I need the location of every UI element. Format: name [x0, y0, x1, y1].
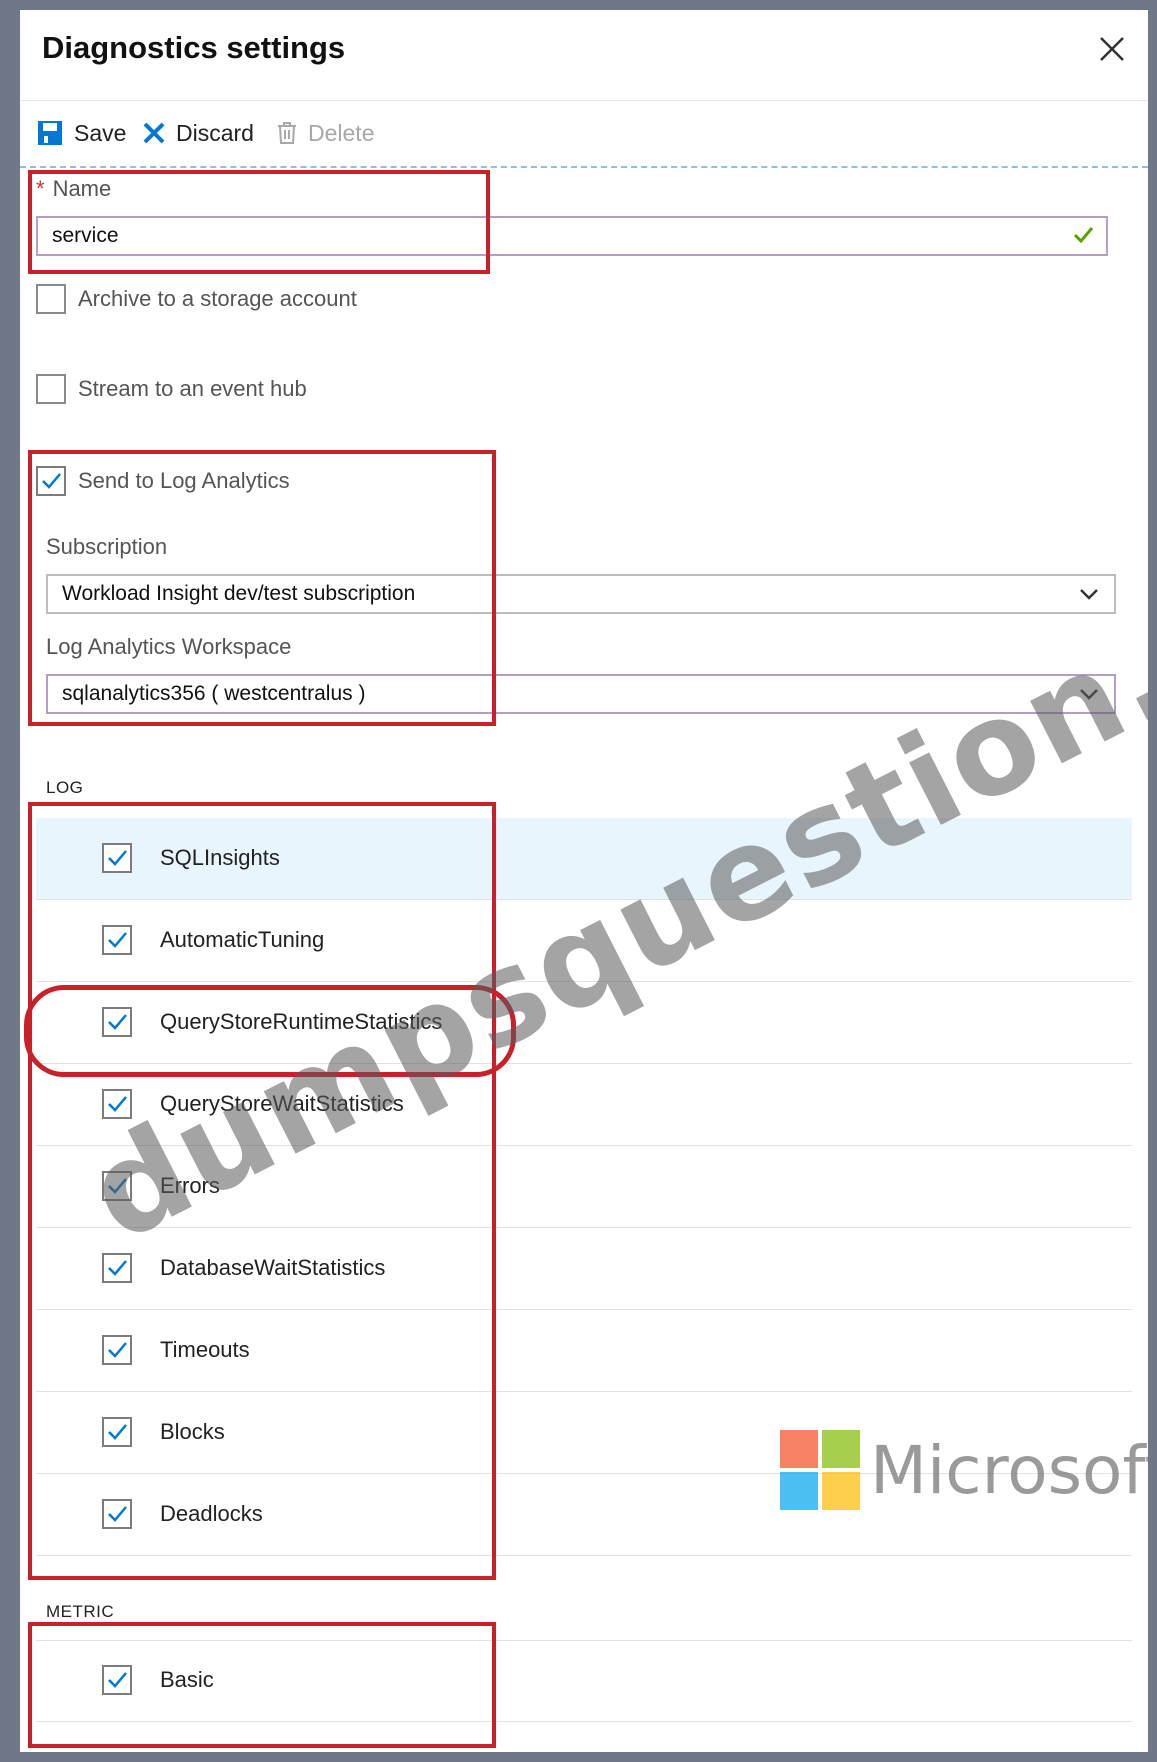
category-checkbox[interactable]	[102, 1417, 132, 1447]
checkbox-check-icon	[108, 1260, 127, 1276]
category-checkbox[interactable]	[102, 1253, 132, 1283]
save-icon	[36, 119, 64, 147]
log-section-header: LOG	[46, 778, 84, 797]
category-label: AutomaticTuning	[160, 927, 325, 952]
checkbox-check-icon	[108, 932, 127, 948]
archive-checkbox[interactable]	[36, 284, 66, 314]
checkbox-check-icon	[42, 473, 61, 489]
category-label: DatabaseWaitStatistics	[160, 1255, 386, 1280]
subscription-label: Subscription	[46, 534, 168, 559]
subscription-dropdown[interactable]: Workload Insight dev/test subscription	[46, 574, 1116, 614]
list-item: Basic	[36, 1640, 1132, 1722]
category-checkbox[interactable]	[102, 1007, 132, 1037]
list-item: QueryStoreWaitStatistics	[36, 1064, 1132, 1146]
category-label: SQLInsights	[160, 845, 280, 870]
category-checkbox[interactable]	[102, 1499, 132, 1529]
delete-label: Delete	[308, 119, 375, 146]
name-field-label: * Name	[36, 176, 111, 202]
loganalytics-label: Send to Log Analytics	[78, 468, 290, 493]
checkbox-check-icon	[108, 1014, 127, 1030]
page-title: Diagnostics settings	[42, 30, 346, 65]
command-bar: Save Discard Delete	[20, 100, 1148, 168]
checkbox-check-icon	[108, 1424, 127, 1440]
category-label: Timeouts	[160, 1337, 250, 1362]
checkbox-check-icon	[108, 1178, 127, 1194]
checkbox-check-icon	[108, 850, 127, 866]
category-label: Deadlocks	[160, 1501, 263, 1526]
close-icon[interactable]	[1094, 34, 1130, 70]
category-label: Blocks	[160, 1419, 225, 1444]
delete-button[interactable]: Delete	[276, 115, 374, 151]
list-item: QueryStoreRuntimeStatistics	[36, 982, 1132, 1064]
checkmark-icon	[1072, 224, 1094, 253]
subscription-value: Workload Insight dev/test subscription	[62, 582, 416, 605]
category-label: QueryStoreRuntimeStatistics	[160, 1009, 443, 1034]
category-label: Basic	[160, 1667, 214, 1692]
chevron-down-icon	[1078, 684, 1100, 710]
name-input[interactable]: service	[36, 216, 1108, 256]
list-item: Deadlocks	[36, 1474, 1132, 1556]
discard-label: Discard	[176, 119, 254, 146]
list-item: Timeouts	[36, 1310, 1132, 1392]
category-checkbox[interactable]	[102, 843, 132, 873]
workspace-value: sqlanalytics356 ( westcentralus )	[62, 682, 366, 705]
eventhub-checkbox[interactable]	[36, 374, 66, 404]
save-button[interactable]: Save	[36, 115, 126, 151]
close-x-icon	[142, 121, 166, 145]
list-item: DatabaseWaitStatistics	[36, 1228, 1132, 1310]
name-input-value: service	[52, 224, 119, 247]
category-label: QueryStoreWaitStatistics	[160, 1091, 404, 1116]
metric-section-header: METRIC	[46, 1602, 115, 1621]
category-checkbox[interactable]	[102, 1089, 132, 1119]
checkbox-check-icon	[108, 1672, 127, 1688]
list-item: SQLInsights	[36, 818, 1132, 900]
chevron-down-icon	[1078, 584, 1100, 610]
workspace-dropdown[interactable]: sqlanalytics356 ( westcentralus )	[46, 674, 1116, 714]
checkbox-check-icon	[108, 1506, 127, 1522]
list-item: AutomaticTuning	[36, 900, 1132, 982]
checkbox-check-icon	[108, 1342, 127, 1358]
list-item: Blocks	[36, 1392, 1132, 1474]
checkbox-check-icon	[108, 1096, 127, 1112]
category-checkbox[interactable]	[102, 1665, 132, 1695]
category-checkbox[interactable]	[102, 1335, 132, 1365]
eventhub-label: Stream to an event hub	[78, 376, 307, 401]
trash-icon	[276, 121, 298, 145]
workspace-label: Log Analytics Workspace	[46, 634, 292, 659]
diagnostics-settings-panel: Diagnostics settings Save Discard Delete…	[20, 10, 1148, 1752]
save-label: Save	[74, 119, 127, 146]
required-marker: *	[36, 176, 45, 201]
category-checkbox[interactable]	[102, 925, 132, 955]
category-label: Errors	[160, 1173, 220, 1198]
loganalytics-checkbox[interactable]	[36, 466, 66, 496]
archive-label: Archive to a storage account	[78, 286, 357, 311]
name-label-text: Name	[52, 176, 112, 201]
list-item: Errors	[36, 1146, 1132, 1228]
category-checkbox[interactable]	[102, 1171, 132, 1201]
discard-button[interactable]: Discard	[142, 115, 254, 151]
